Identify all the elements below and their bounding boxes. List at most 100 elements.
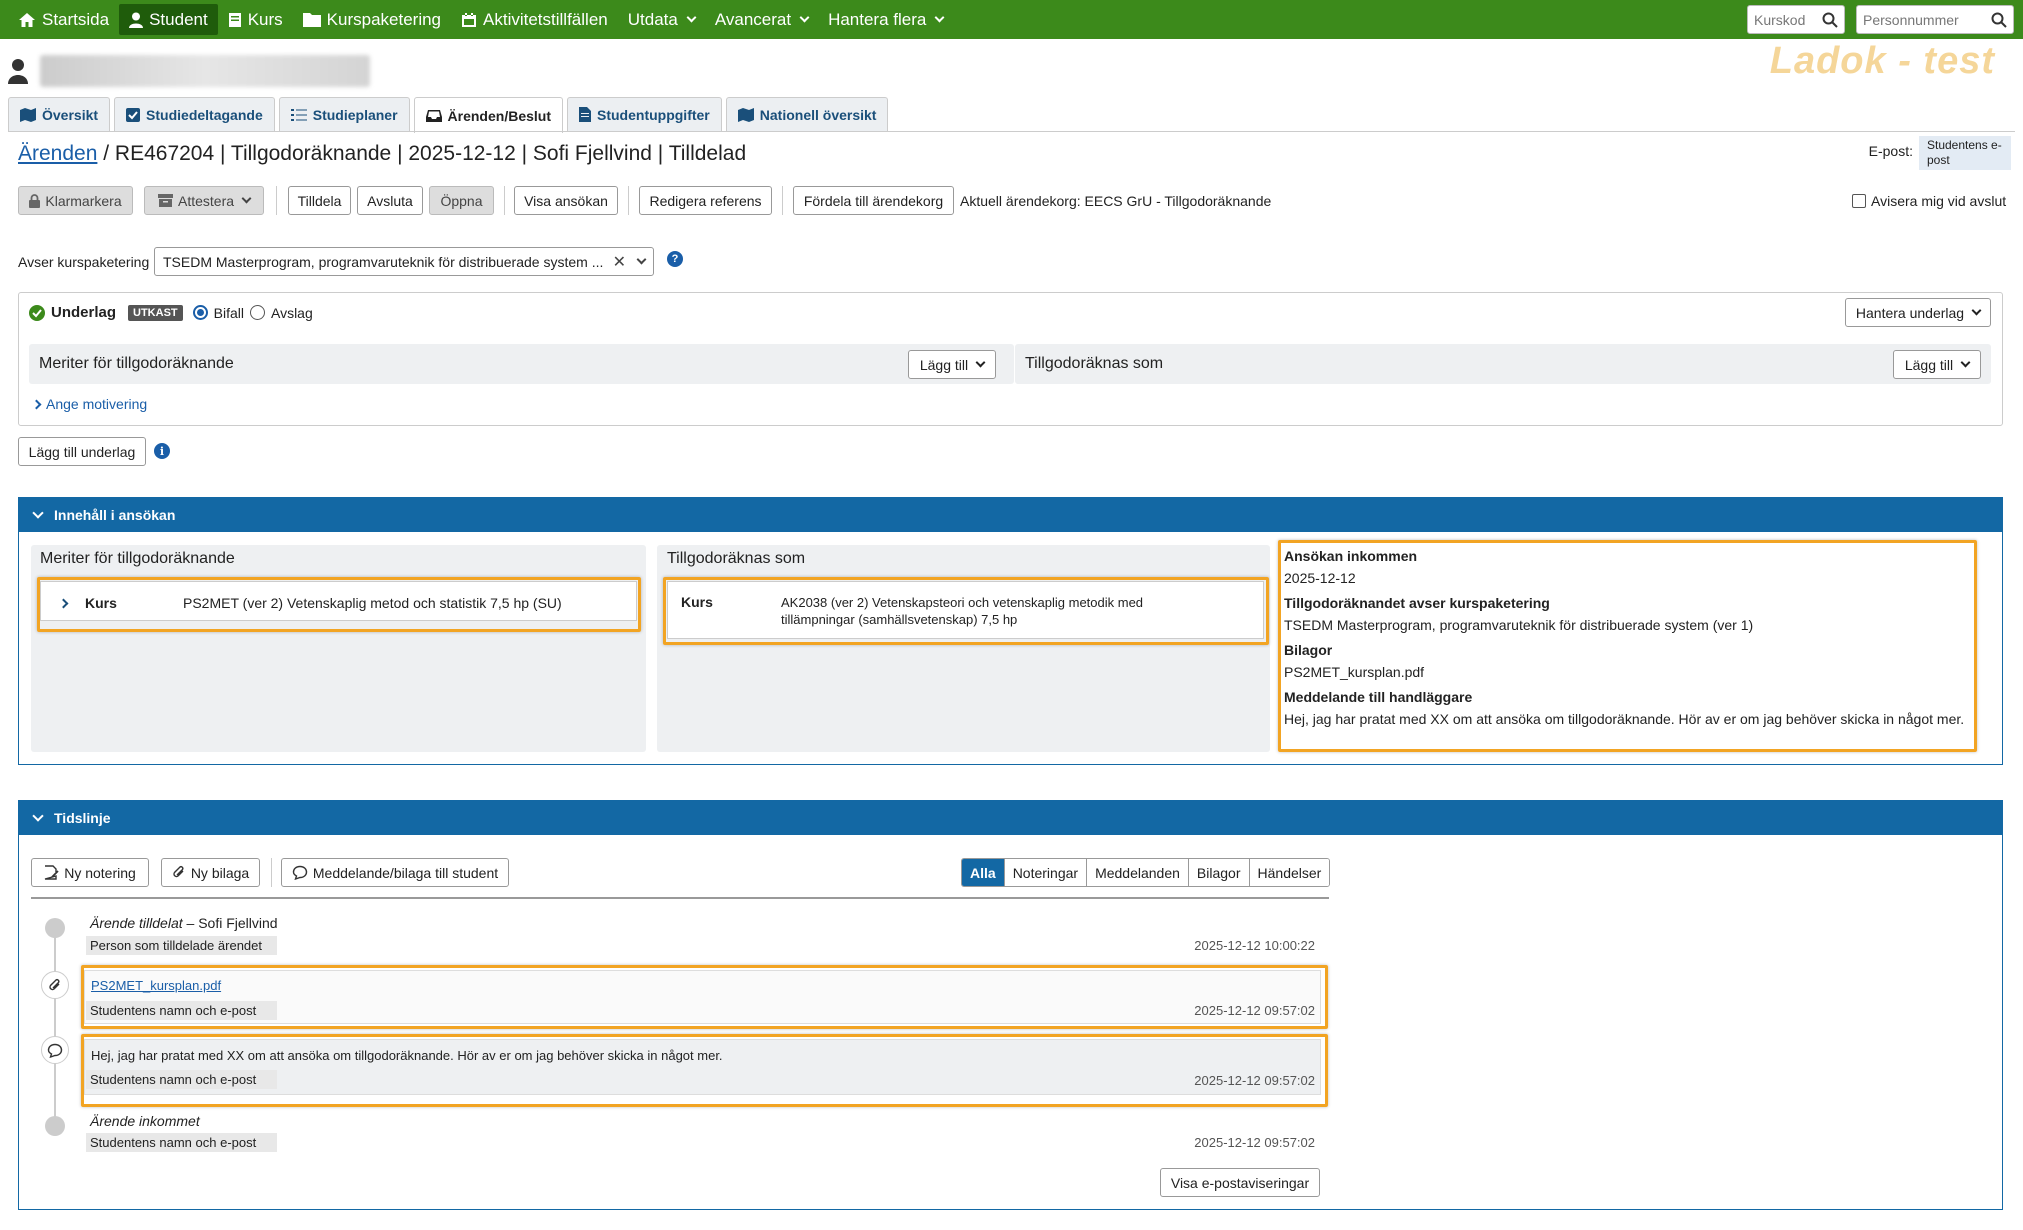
kurskod-search[interactable]: Kurskod [1747,5,1845,34]
nav-startsida[interactable]: Startsida [8,4,119,35]
button-label: Lägg till [919,356,969,373]
attestera-button[interactable]: Attestera [144,186,264,215]
chevron-down-icon [636,254,647,265]
button-label: Visa e-postaviseringar [1170,1174,1310,1191]
chevron-down-icon [1971,305,1982,316]
search-icon[interactable] [1822,12,1838,28]
innehall-section-header[interactable]: Innehåll i ansökan [18,497,2003,532]
hantera-underlag-button[interactable]: Hantera underlag [1845,298,1991,327]
list-icon [290,108,307,121]
tillgodo-title: Tillgodoräknas som [1025,355,1164,372]
nav-aktivitetstillfallen[interactable]: Aktivitetstillfällen [451,4,618,35]
tab-nationell-oversikt[interactable]: Nationell översikt [725,97,889,131]
timeline-line [54,920,56,1132]
tab-oversikt[interactable]: Översikt [8,97,111,131]
avisera-checkbox[interactable] [1852,194,1866,208]
meddelande-till-student-button[interactable]: Meddelande/bilaga till student [281,858,509,887]
personnummer-input[interactable]: Personnummer [1863,12,1959,28]
kurspaketering-value: TSEDM Masterprogram, programvaruteknik f… [163,253,603,270]
tab-arenden-beslut[interactable]: Ärenden/Beslut [413,97,563,133]
avisera-option[interactable]: Avisera mig vid avslut [1852,193,2006,209]
personnummer-search[interactable]: Personnummer [1856,5,2014,34]
nav-label: Kurs [247,9,283,29]
calendar-icon [462,12,477,27]
ny-bilaga-button[interactable]: Ny bilaga [161,858,260,887]
button-label: Lägg till [1904,356,1954,373]
divider [504,186,505,215]
nav-avancerat[interactable]: Avancerat [705,4,818,35]
nav-kurs[interactable]: Kurs [218,4,293,35]
highlight-frame [81,1034,1328,1107]
clear-icon[interactable]: ✕ [613,252,626,272]
nav-hantera-flera[interactable]: Hantera flera [818,4,953,35]
event-title: Ärende inkommet [90,1113,200,1129]
chevron-down-icon [32,809,44,822]
kurskod-input[interactable]: Kurskod [1754,12,1805,28]
chevron-right-icon [31,399,42,409]
tab-label: Studentuppgifter [597,106,710,123]
check-circle-icon [29,304,45,321]
ny-notering-button[interactable]: Ny notering [31,858,149,887]
button-label: Tilldela [297,192,342,209]
timeline-message-marker [41,1036,69,1064]
filter-handelser[interactable]: Händelser [1249,859,1330,886]
tab-studiedeltagande[interactable]: Studiedeltagande [114,97,275,131]
button-label: Ny bilaga [190,864,250,881]
nav-utdata[interactable]: Utdata [618,4,705,35]
filter-meddelanden[interactable]: Meddelanden [1087,859,1189,886]
button-label: Fördela till ärendekorg [803,192,944,209]
divider [628,186,629,215]
kurspaketering-label: Avser kurspaketering [18,254,150,270]
student-tabs: Översikt Studiedeltagande Studieplaner Ä… [8,97,889,133]
book-icon [228,12,241,27]
epost-value: Studentens e-post [1919,136,2011,170]
bifall-radio[interactable] [192,305,208,320]
tillgodo-lagg-till-button[interactable]: Lägg till [1893,350,1981,379]
meriter-lagg-till-button[interactable]: Lägg till [908,350,996,379]
archive-icon [157,194,173,207]
highlight-frame [663,577,1269,645]
tab-studieplaner[interactable]: Studieplaner [278,97,410,131]
help-icon[interactable]: ? [667,251,683,267]
filter-bilagor[interactable]: Bilagor [1188,859,1250,886]
search-icon[interactable] [1991,12,2007,28]
map-icon [737,107,754,122]
filter-alla[interactable]: Alla [962,859,1005,886]
user-icon [129,12,144,28]
ange-motivering-link[interactable]: Ange motivering [31,396,147,412]
chat-icon [292,865,308,880]
timeline-divider [31,897,1329,899]
avsluta-button[interactable]: Avsluta [357,186,423,215]
kurspaketering-select[interactable]: TSEDM Masterprogram, programvaruteknik f… [154,247,654,276]
timeline-filter: Alla Noteringar Meddelanden Bilagor Händ… [961,858,1331,887]
filter-noteringar[interactable]: Noteringar [1004,859,1088,886]
section-title: Innehåll i ansökan [54,506,176,523]
student-header [8,55,370,87]
breadcrumb-arenden-link[interactable]: Ärenden [18,142,97,165]
nav-student[interactable]: Student [119,4,218,35]
timeline-event-title: Ärende inkommet [90,1113,200,1129]
redigera-referens-button[interactable]: Redigera referens [639,186,772,215]
fordela-arendekorg-button[interactable]: Fördela till ärendekorg [793,186,954,215]
breadcrumb: Ärenden / RE467204 | Tillgodoräknande | … [18,142,746,166]
tab-studentuppgifter[interactable]: Studentuppgifter [567,97,722,131]
inbox-icon [425,109,442,122]
info-icon[interactable]: i [154,443,170,459]
nav-label: Utdata [627,9,678,29]
oppna-button[interactable]: Öppna [429,186,494,215]
chat-icon [47,1043,63,1058]
visa-ansokan-button[interactable]: Visa ansökan [514,186,618,215]
tidslinje-section-header[interactable]: Tidslinje [18,800,2003,835]
tab-label: Nationell översikt [759,106,877,123]
lagg-till-underlag-button[interactable]: Lägg till underlag [18,437,146,466]
button-label: Lägg till underlag [28,443,136,460]
button-label: Redigera referens [649,192,762,209]
lock-icon [29,193,41,208]
tab-divider [8,131,2015,132]
nav-kurspaketering[interactable]: Kurspaketering [293,4,451,35]
paperclip-icon [173,866,184,878]
visa-epostaviseringar-button[interactable]: Visa e-postaviseringar [1160,1168,1320,1197]
avslag-radio[interactable] [249,305,265,320]
klarmarkera-button[interactable]: Klarmarkera [18,186,133,215]
tilldela-button[interactable]: Tilldela [288,186,351,215]
